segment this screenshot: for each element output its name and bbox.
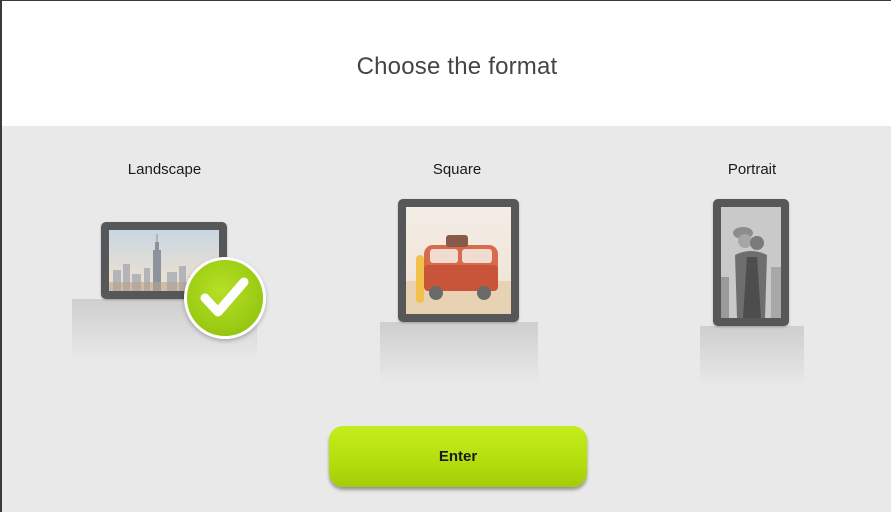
- format-label-portrait: Portrait: [727, 161, 777, 178]
- square-frame: [398, 199, 519, 322]
- page-title: Choose the format: [356, 53, 558, 80]
- format-option-portrait[interactable]: Portrait: [692, 151, 822, 388]
- app-window: Choose the format Landscape Square Portr…: [0, 0, 891, 512]
- header: Choose the format: [2, 1, 891, 126]
- square-photo: [406, 207, 511, 314]
- selected-check-badge: [184, 257, 266, 339]
- format-label-landscape: Landscape: [127, 161, 202, 178]
- van-beach-image: [406, 207, 511, 314]
- format-option-square[interactable]: Square: [372, 151, 542, 384]
- couple-photo-image: [721, 207, 781, 318]
- enter-button[interactable]: Enter: [329, 426, 587, 487]
- square-reflection: [380, 322, 538, 384]
- portrait-photo: [721, 207, 781, 318]
- enter-button-label: Enter: [438, 448, 478, 465]
- format-option-landscape[interactable]: Landscape: [62, 151, 282, 381]
- checkmark-icon: [200, 277, 249, 317]
- format-label-square: Square: [432, 161, 482, 178]
- portrait-reflection: [700, 326, 804, 388]
- portrait-frame: [713, 199, 789, 326]
